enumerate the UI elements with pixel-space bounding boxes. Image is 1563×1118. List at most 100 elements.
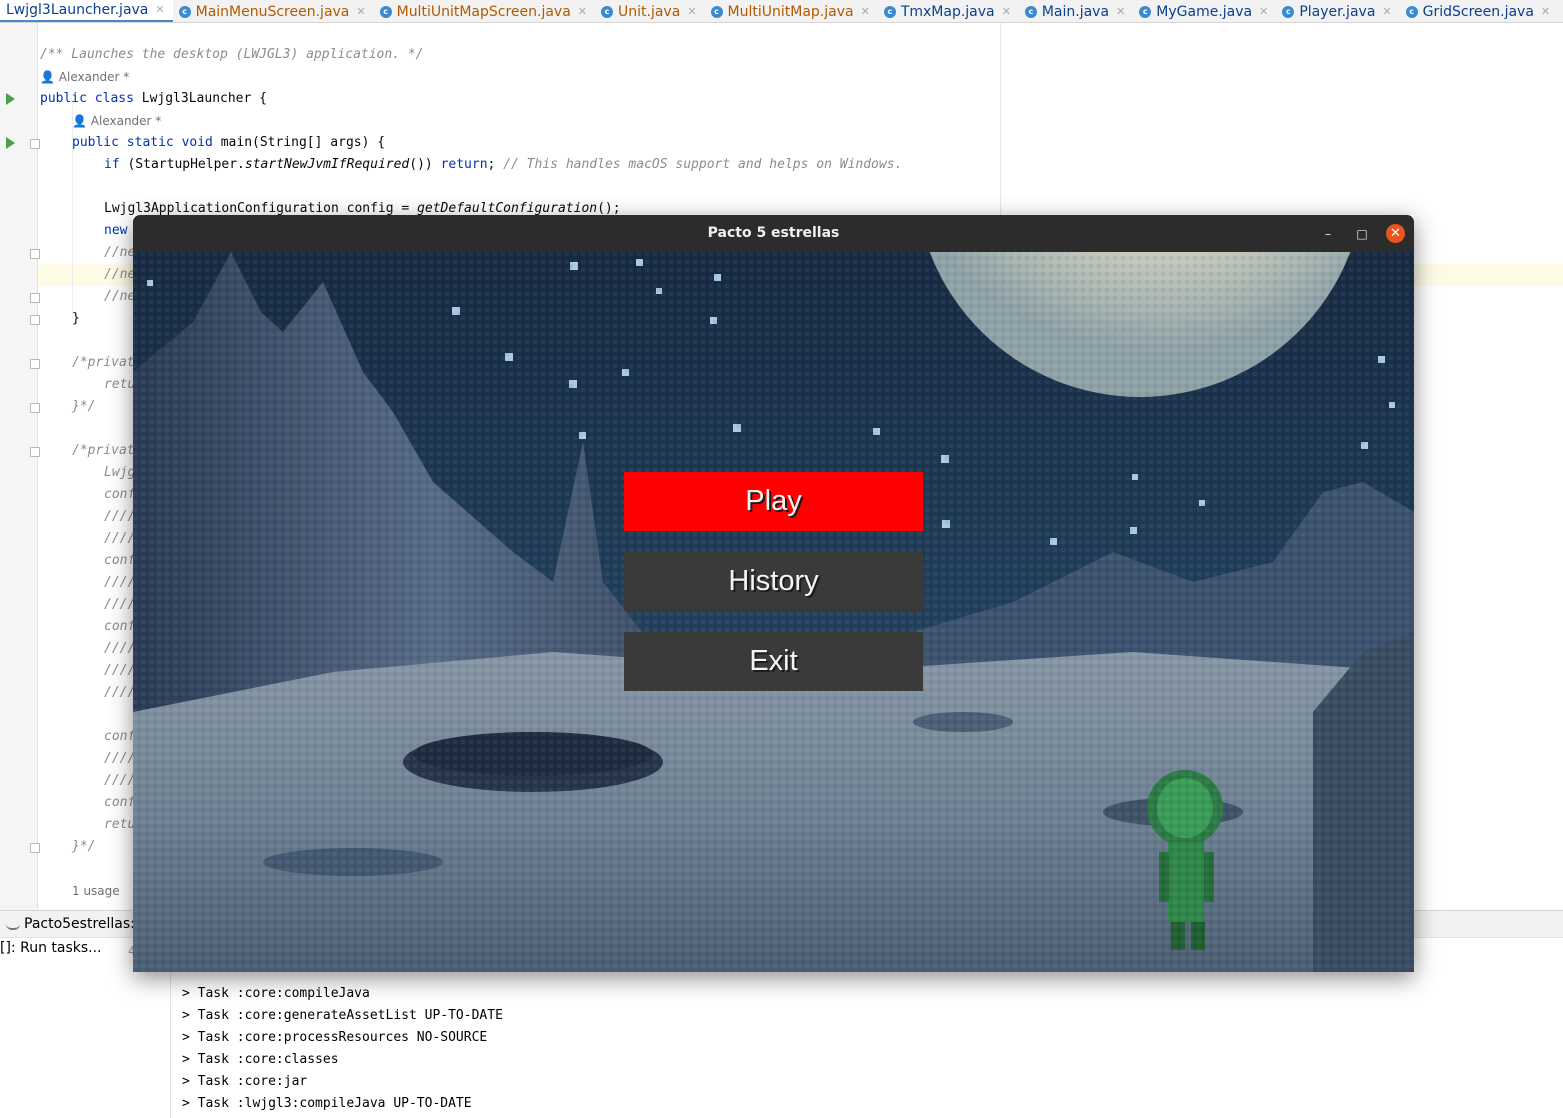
person-icon: 👤: [72, 114, 87, 128]
code-line: ////: [104, 751, 136, 766]
code-line: }*/: [72, 399, 96, 414]
code-line: public class Lwjgl3Launcher {: [40, 88, 267, 110]
close-button[interactable]: ✕: [1386, 224, 1405, 243]
play-button[interactable]: Play: [624, 472, 923, 531]
run-gutter-icon[interactable]: [6, 137, 15, 149]
code-text: ;: [487, 157, 504, 172]
code-line: }: [72, 311, 80, 326]
tab-label: MainMenuScreen.java: [195, 3, 350, 20]
tab-label: TmxMap.java: [900, 3, 995, 20]
console-line: > Task :core:jar: [182, 1074, 308, 1089]
close-icon[interactable]: ✕: [1382, 5, 1391, 18]
code-line: conf: [104, 729, 136, 744]
code-line: ////: [104, 509, 136, 524]
moon-landscape-background: [133, 252, 1414, 972]
class-icon: c: [1139, 5, 1152, 18]
class-icon: c: [1282, 5, 1295, 18]
console-line: > Task :lwjgl3:compileJava UP-TO-DATE: [182, 1096, 472, 1111]
console-output[interactable]: > Task :core:compileJava > Task :core:ge…: [182, 983, 503, 1115]
run-gutter-icon[interactable]: [6, 93, 15, 105]
tab-label: MyGame.java: [1156, 3, 1253, 20]
keyword: public class: [40, 91, 142, 106]
tab-lwjgl3launcher[interactable]: Lwjgl3Launcher.java ✕: [0, 0, 173, 22]
code-text: ();: [597, 201, 621, 216]
history-button[interactable]: History: [624, 552, 923, 611]
maximize-button[interactable]: □: [1353, 225, 1371, 243]
game-window: Pacto 5 estrellas – □ ✕ Play History Exi…: [133, 215, 1414, 972]
code-line: ////: [104, 641, 136, 656]
code-line: /*privat: [72, 355, 135, 370]
code-line: /** Launches the desktop (LWJGL3) applic…: [40, 47, 424, 62]
tab-multiunitmap[interactable]: c MultiUnitMap.java ✕: [705, 1, 878, 22]
editor-gutter: [0, 23, 38, 910]
code-line: conf: [104, 619, 136, 634]
code-text: main(String[] args) {: [220, 135, 386, 150]
tab-tmxmap[interactable]: c TmxMap.java ✕: [878, 1, 1019, 22]
class-icon: c: [883, 5, 896, 18]
tab-player[interactable]: c Player.java ✕: [1276, 1, 1399, 22]
code-line: conf: [104, 553, 136, 568]
close-icon[interactable]: ✕: [1116, 5, 1125, 18]
tab-label: Main.java: [1041, 3, 1110, 20]
console-line: > Task :core:generateAssetList UP-TO-DAT…: [182, 1008, 503, 1023]
tab-label: MultiUnitMapScreen.java: [396, 3, 571, 20]
code-text: ()): [409, 157, 441, 172]
class-icon: c: [1405, 5, 1418, 18]
close-icon[interactable]: ✕: [861, 5, 870, 18]
keyword: if: [104, 157, 128, 172]
code-line: //ne: [104, 289, 136, 304]
tab-mainmenuscreen[interactable]: c MainMenuScreen.java ✕: [173, 1, 374, 22]
code-line: if (StartupHelper.startNewJvmIfRequired(…: [104, 154, 902, 176]
code-line: ////: [104, 773, 136, 788]
close-icon[interactable]: ✕: [155, 3, 164, 16]
console-line: > Task :core:processResources NO-SOURCE: [182, 1030, 488, 1045]
tab-label: Lwjgl3Launcher.java: [6, 1, 149, 18]
fold-icon[interactable]: [30, 315, 40, 325]
code-line: retu: [104, 377, 136, 392]
class-icon: c: [601, 5, 614, 18]
usage-hint[interactable]: 1 usage: [72, 880, 120, 902]
code-line: ////: [104, 531, 136, 546]
code-line: }*/: [72, 839, 96, 854]
close-icon[interactable]: ✕: [1541, 5, 1550, 18]
game-window-titlebar[interactable]: Pacto 5 estrellas – □ ✕: [133, 215, 1414, 252]
author-name: Alexander *: [90, 114, 162, 128]
console-line: > Task :core:classes: [182, 1052, 339, 1067]
class-icon: c: [1024, 5, 1037, 18]
close-icon[interactable]: ✕: [1002, 5, 1011, 18]
fold-icon[interactable]: [30, 843, 40, 853]
fold-icon[interactable]: [30, 403, 40, 413]
fold-icon[interactable]: [30, 139, 40, 149]
fold-icon[interactable]: [30, 249, 40, 259]
code-line: //ne: [104, 245, 136, 260]
close-icon[interactable]: ✕: [356, 5, 365, 18]
fold-icon[interactable]: [30, 293, 40, 303]
fold-icon[interactable]: [30, 359, 40, 369]
tab-main[interactable]: c Main.java ✕: [1019, 1, 1133, 22]
code-line: conf: [104, 487, 136, 502]
tab-label: Unit.java: [618, 3, 681, 20]
tab-mygame[interactable]: c MyGame.java ✕: [1133, 1, 1276, 22]
gutter-divider: [37, 23, 38, 910]
close-icon[interactable]: ✕: [578, 5, 587, 18]
tab-gridscreen[interactable]: c GridScreen.java ✕: [1400, 1, 1559, 22]
run-config-name[interactable]: Pacto5estrellas:l: [24, 916, 139, 932]
close-icon[interactable]: ✕: [1259, 5, 1268, 18]
game-canvas[interactable]: Play History Exit: [133, 252, 1414, 972]
tab-unit[interactable]: c Unit.java ✕: [595, 1, 705, 22]
code-line: retu: [104, 817, 136, 832]
run-tree-item[interactable]: []: Run tasks...: [0, 940, 102, 956]
exit-button[interactable]: Exit: [624, 632, 923, 691]
code-text: (StartupHelper.: [127, 157, 245, 172]
close-icon[interactable]: ✕: [687, 5, 696, 18]
code-line: ////: [104, 575, 136, 590]
code-line: /*privat: [72, 443, 135, 458]
tab-multiunitmapscreen[interactable]: c MultiUnitMapScreen.java ✕: [374, 1, 595, 22]
keyword: public static void: [72, 135, 221, 150]
fold-icon[interactable]: [30, 447, 40, 457]
code-line: conf: [104, 795, 136, 810]
code-line: ////: [104, 597, 136, 612]
minimize-button[interactable]: –: [1319, 225, 1337, 243]
gradle-elephant-icon: [6, 918, 20, 930]
comment: // This handles macOS support and helps …: [503, 157, 903, 172]
